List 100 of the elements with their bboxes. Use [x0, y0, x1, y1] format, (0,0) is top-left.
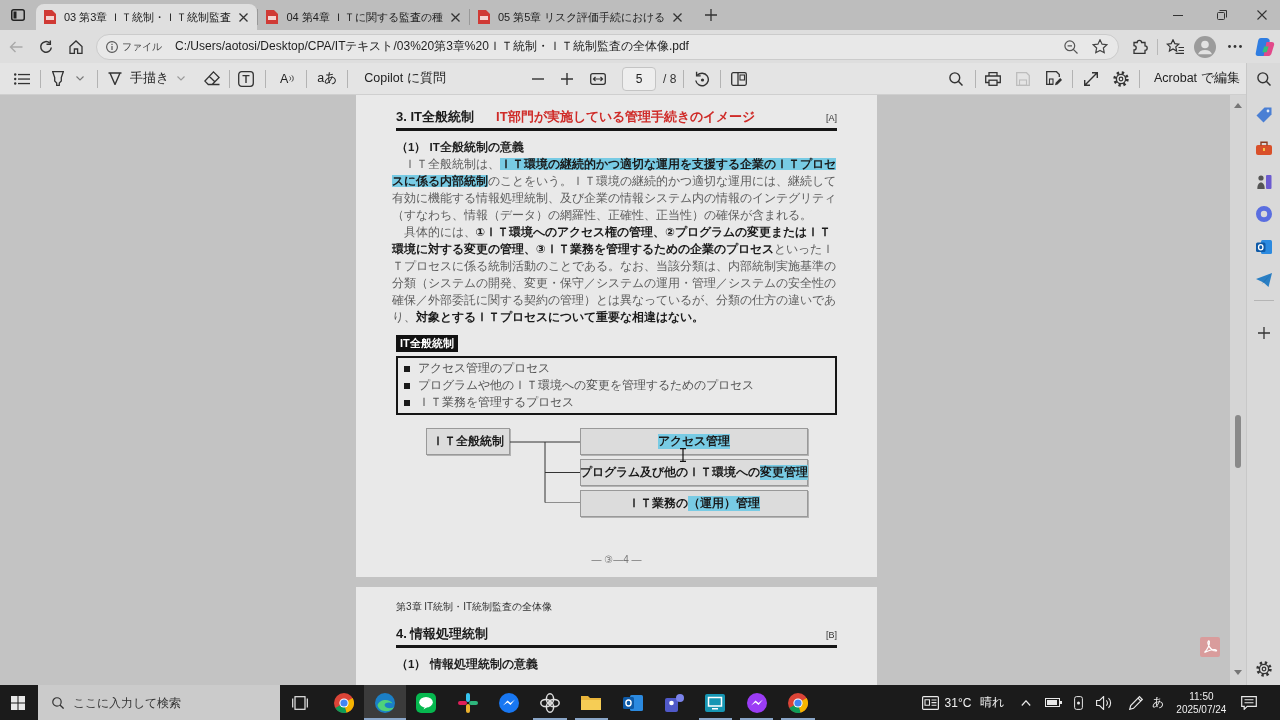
fit-page-icon[interactable]	[590, 72, 606, 85]
expand-icon[interactable]	[1084, 71, 1098, 86]
pdf-file-icon	[266, 10, 279, 24]
scrollbar-thumb[interactable]	[1235, 415, 1241, 468]
site-info-button[interactable]: ファイル	[101, 36, 167, 57]
tab[interactable]: 05 第5章 リスク評価手続における	[469, 4, 692, 30]
scrollbar[interactable]	[1230, 95, 1246, 685]
diagram-node: アクセス管理	[580, 428, 808, 455]
ime-mode-indicator[interactable]: あ	[1152, 694, 1165, 711]
task-view-icon[interactable]	[292, 695, 308, 710]
more-icon[interactable]	[1228, 45, 1242, 48]
draw-button[interactable]: 手描き	[104, 65, 189, 92]
diagram-node: ＩＴ業務の（運用）管理	[580, 490, 808, 517]
plus-icon[interactable]	[561, 72, 573, 85]
section-heading: 3. IT全般統制	[396, 108, 474, 126]
screen-app-icon[interactable]	[705, 693, 726, 712]
star-icon[interactable]	[1092, 39, 1108, 54]
folder-icon[interactable]	[581, 695, 602, 710]
lightning-bubble-icon[interactable]	[498, 692, 519, 713]
minus-icon[interactable]	[532, 77, 544, 80]
list-item-text: ＩＴ業務を管理するプロセス	[418, 395, 574, 410]
diagram-node: プログラム及び他のＩＴ環境への変更管理	[580, 459, 808, 486]
subsection-heading: （1） 情報処理統制の意義	[396, 657, 539, 672]
rank-label: [B]	[826, 630, 837, 640]
address-field[interactable]: ファイル C:/Users/aotosi/Desktop/CPA/ITテキスト/03%20第3章%20ＩＴ統制・ＩＴ統制監査の全体像.pdf	[96, 33, 1119, 60]
speaker-icon[interactable]	[1096, 695, 1113, 710]
tab[interactable]: 04 第4章 ＩＴに関する監査の種	[258, 4, 469, 30]
knot-icon[interactable]	[540, 692, 561, 713]
chevron-down-icon[interactable]	[76, 76, 84, 81]
minimize-icon[interactable]	[1173, 14, 1183, 16]
chevron-down-icon	[177, 76, 185, 81]
read-aloud-button[interactable]: A	[278, 65, 297, 92]
url-text: C:/Users/aotosi/Desktop/CPA/ITテキスト/03%20第3章%20ＩＴ統制・ＩＴ統制監査の全体像.pdf	[175, 38, 689, 55]
battery-icon[interactable]	[1045, 698, 1063, 707]
list-item-text: アクセス管理のプロセス	[418, 361, 550, 376]
chat-bubble-icon[interactable]	[416, 692, 437, 713]
close-icon[interactable]	[1257, 10, 1267, 20]
annotation-text: IT部門が実施している管理手続きのイメージ	[496, 108, 755, 126]
text-box-icon[interactable]	[238, 70, 254, 87]
tab[interactable]: 03 第3章 ＩＴ統制・ＩＴ統制監査	[36, 4, 258, 30]
plus-icon[interactable]	[1257, 327, 1270, 339]
lightning-bubble-icon[interactable]	[746, 692, 767, 713]
home-icon[interactable]	[69, 39, 83, 54]
ask-copilot-button[interactable]: Copilot に質問	[360, 65, 450, 92]
round-browser-icon[interactable]	[787, 692, 808, 713]
edit-in-acrobat-button[interactable]: Acrobat で編集	[1150, 65, 1244, 92]
search-icon	[52, 696, 64, 709]
weather-text: 晴れ	[980, 694, 1005, 711]
scroll-down-icon[interactable]	[1234, 670, 1242, 675]
page-view-icon[interactable]	[731, 71, 748, 86]
mail-app-icon[interactable]	[1255, 239, 1272, 255]
caret-up-icon[interactable]	[1021, 699, 1032, 706]
swirl-logo-icon[interactable]	[1255, 36, 1275, 57]
close-icon[interactable]	[239, 12, 249, 22]
highlighter-icon[interactable]	[52, 71, 64, 86]
page-number: ― ③―4 ―	[591, 554, 642, 565]
tab-actions-icon[interactable]	[11, 9, 25, 21]
pinwheel-icon[interactable]	[457, 692, 478, 713]
eraser-icon[interactable]	[204, 71, 220, 86]
print-icon[interactable]	[985, 71, 1001, 86]
round-browser-icon[interactable]	[333, 692, 354, 713]
zoom-out-icon[interactable]	[1064, 39, 1078, 54]
contents-icon[interactable]	[14, 72, 30, 85]
favorites-icon[interactable]	[1166, 39, 1184, 54]
plus-icon[interactable]	[705, 9, 718, 21]
running-header: 第3章 IT統制・IT統制監査の全体像	[396, 600, 554, 614]
close-icon[interactable]	[673, 12, 683, 22]
settings-icon[interactable]	[1113, 70, 1129, 87]
tag-icon[interactable]	[1255, 107, 1272, 123]
rotate-icon[interactable]	[694, 70, 711, 87]
search-icon[interactable]	[1256, 72, 1271, 86]
device-icon[interactable]	[1074, 695, 1084, 710]
reload-icon[interactable]	[39, 39, 53, 54]
bullet-icon	[404, 399, 410, 406]
paper-plane-icon[interactable]	[1255, 273, 1272, 287]
chess-pieces-icon[interactable]	[1255, 173, 1272, 189]
notification-icon[interactable]	[1241, 695, 1258, 710]
settings-icon[interactable]	[1255, 661, 1272, 677]
search-field[interactable]: ここに入力して検索	[38, 685, 280, 720]
windows-logo-icon[interactable]	[11, 695, 25, 710]
news-widget-icon[interactable]	[921, 695, 939, 710]
search-icon[interactable]	[949, 71, 963, 86]
bullet-icon	[404, 365, 410, 372]
toolbox-icon[interactable]	[1255, 141, 1272, 155]
clock[interactable]: 11:50 2025/07/24	[1175, 689, 1228, 716]
info-icon	[106, 40, 118, 53]
scroll-up-icon[interactable]	[1234, 103, 1242, 108]
pen-nib-icon	[108, 72, 122, 85]
close-icon[interactable]	[450, 12, 460, 22]
puzzle-icon[interactable]	[1132, 39, 1148, 54]
save-as-icon[interactable]	[1046, 71, 1062, 86]
taskbar-button[interactable]	[364, 685, 406, 720]
page-number-field[interactable]: 5	[622, 66, 656, 91]
ring-icon[interactable]	[1255, 206, 1272, 222]
restore-icon[interactable]	[1217, 10, 1227, 20]
pen-icon[interactable]	[1129, 695, 1145, 710]
translate-button[interactable]: aあ	[313, 65, 342, 92]
team-app-icon[interactable]	[664, 693, 684, 712]
wave-browser-icon[interactable]	[374, 692, 395, 713]
mail-app-icon[interactable]	[622, 694, 643, 711]
